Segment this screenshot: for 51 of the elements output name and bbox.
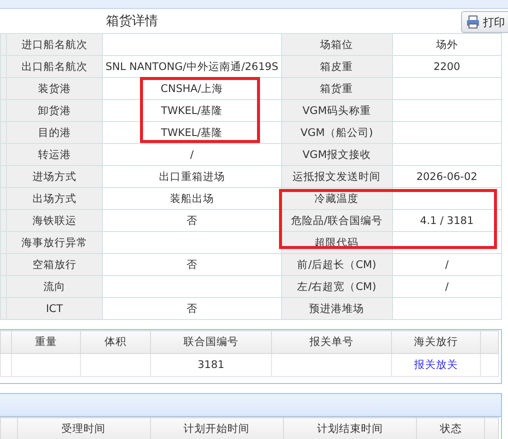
- field-label: 进口船名航次: [6, 34, 103, 56]
- field-label: 场箱位: [281, 34, 392, 56]
- column-header[interactable]: 计划开始时间: [150, 418, 284, 439]
- field-label: 前/后超长（CM): [281, 254, 392, 276]
- field-value: 否: [102, 210, 282, 232]
- field-value: 出口重箱进场: [102, 166, 282, 188]
- table-cell: 3181: [150, 354, 272, 376]
- field-label: 空箱放行: [6, 254, 103, 276]
- column-header[interactable]: 受理时间: [17, 418, 150, 439]
- field-value: 否: [102, 298, 282, 320]
- column-header[interactable]: 联合国编号: [150, 330, 272, 354]
- field-label: ICT: [6, 298, 103, 320]
- printer-icon: [466, 15, 480, 29]
- column-header[interactable]: 重量: [11, 330, 81, 354]
- field-value: /: [102, 144, 282, 166]
- field-label: 流向: [6, 276, 103, 298]
- field-value: /: [392, 276, 502, 298]
- field-label: 箱货重: [281, 78, 392, 100]
- field-label: 左/右超宽（CM): [281, 276, 392, 298]
- panel-title: 箱货详情: [106, 13, 158, 30]
- field-label: 目的港: [6, 122, 103, 144]
- field-label: 出场方式: [6, 188, 103, 210]
- field-label: 进场方式: [6, 166, 103, 188]
- field-value: 2200: [392, 56, 502, 78]
- field-label: 装货港: [6, 78, 103, 100]
- field-value: TWKEL/基隆: [102, 100, 282, 122]
- field-value: 2026-06-02: [392, 166, 502, 188]
- field-label: 预进港堆场: [281, 298, 392, 320]
- field-label: 卸货港: [6, 100, 103, 122]
- print-button[interactable]: 打印: [461, 11, 508, 33]
- column-header[interactable]: 海关放行: [391, 330, 481, 354]
- field-label: VGM（船公司): [281, 122, 392, 144]
- field-label: VGM报文接收: [281, 144, 392, 166]
- field-label: VGM码头称重: [281, 100, 392, 122]
- field-value: /: [392, 254, 502, 276]
- field-label: 转运港: [6, 144, 103, 166]
- column-header[interactable]: 体积: [80, 330, 150, 354]
- column-header[interactable]: 状态: [416, 418, 485, 439]
- field-label: 运抵报文发送时间: [281, 166, 392, 188]
- field-value: 装船出场: [102, 188, 282, 210]
- column-header[interactable]: 报关单号: [271, 330, 392, 354]
- field-label: 海铁联运: [6, 210, 103, 232]
- field-value: 4.1 / 3181: [392, 210, 502, 232]
- field-value: 场外: [392, 34, 502, 56]
- field-label: 危险品/联合国编号: [281, 210, 392, 232]
- field-value: 否: [102, 254, 282, 276]
- field-label: 出口船名航次: [6, 56, 103, 78]
- field-label: 箱皮重: [281, 56, 392, 78]
- column-header[interactable]: 计划结束时间: [283, 418, 417, 439]
- field-label: 海事放行异常: [6, 232, 103, 254]
- field-value: SNL NANTONG/中外运南通/2619S: [102, 56, 282, 78]
